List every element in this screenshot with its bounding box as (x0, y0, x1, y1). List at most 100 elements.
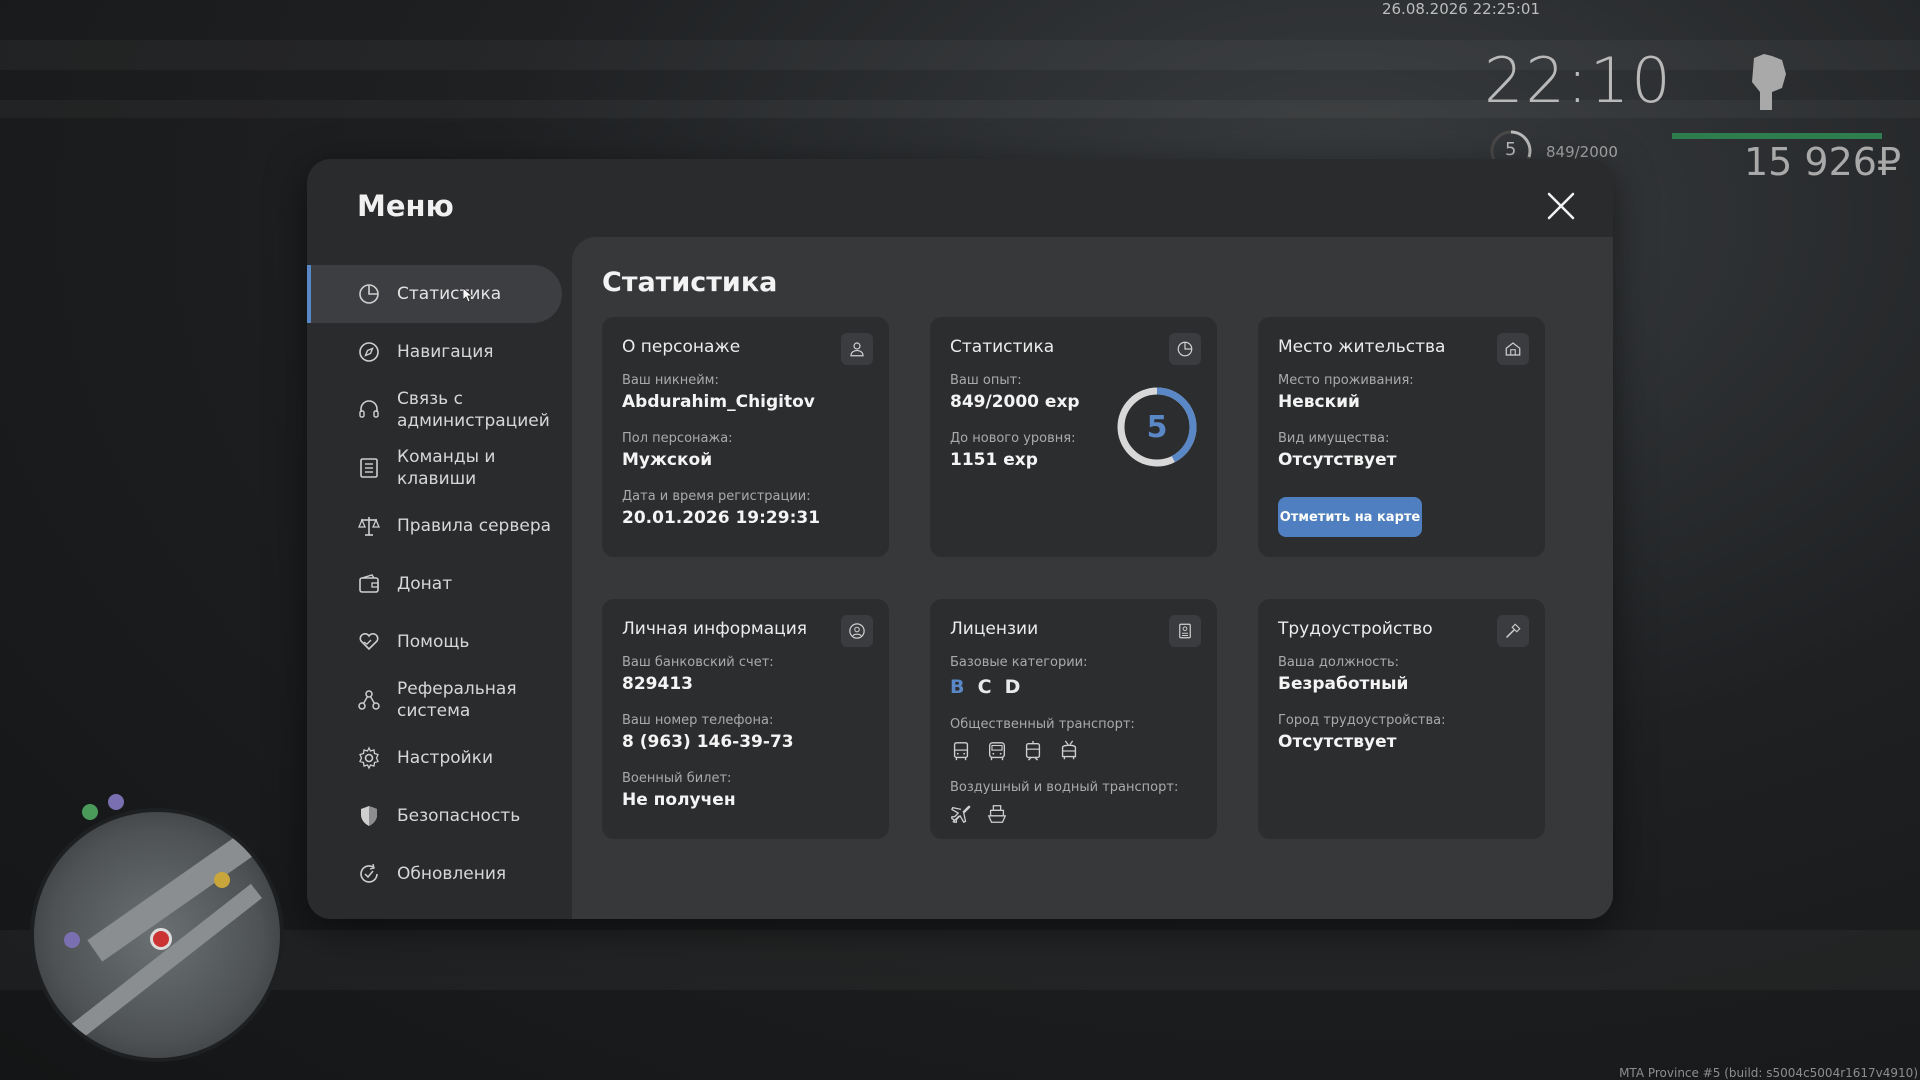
sidebar-item-label: Правила сервера (397, 516, 552, 536)
field-label: Базовые категории: (950, 655, 1088, 670)
coach-icon (988, 742, 1006, 761)
public-transport-field: Общественный транспорт: (950, 717, 1135, 762)
military-id-value: Не получен (622, 790, 736, 810)
map-blip (214, 872, 230, 888)
menu-title: Меню (357, 189, 454, 223)
card-title: Трудоустройство (1278, 619, 1433, 639)
sidebar-item-settings[interactable]: Настройки (307, 729, 572, 787)
bank-account-field: Ваш банковский счет: 829413 (622, 655, 774, 694)
referral-network-icon (358, 690, 380, 710)
map-blip (150, 928, 172, 950)
close-button[interactable] (1544, 189, 1578, 223)
nickname-value: Abdurahim_Chigitov (622, 392, 815, 412)
shield-icon (361, 806, 377, 826)
map-blip (82, 804, 98, 820)
page-title: Статистика (602, 267, 778, 298)
exp-field: Ваш опыт: 849/2000 exp (950, 373, 1080, 412)
nickname-field: Ваш никнейм: Abdurahim_Chigitov (622, 373, 815, 412)
hud-datetime: 26.08.2026 22:25:01 (1381, 0, 1540, 18)
field-label: Город трудоустройства: (1278, 713, 1446, 728)
scales-icon (358, 517, 380, 536)
boat-icon (987, 805, 1007, 823)
sidebar-item-label: Донат (397, 574, 453, 594)
field-label: Пол персонажа: (622, 431, 733, 446)
fist-icon (1752, 54, 1786, 110)
sidebar-item-label: Обновления (397, 864, 507, 884)
build-info: MTA Province #5 (build: s5004c5004r1617v… (1619, 1066, 1918, 1080)
user-icon (850, 342, 864, 357)
pie-chart-icon (359, 284, 379, 304)
field-label: До нового уровня: (950, 431, 1076, 446)
field-label: Место проживания: (1278, 373, 1414, 388)
id-card-icon (1179, 623, 1191, 639)
card-icon-box (1169, 333, 1201, 365)
card-title: О персонаже (622, 337, 741, 357)
trolleybus-icon (1061, 740, 1077, 760)
hud-clock: 22:10 (1484, 44, 1673, 117)
sidebar-item-label: Команды и клавиши (397, 447, 496, 489)
character-card: О персонаже Ваш никнейм: Abdurahim_Chigi… (602, 317, 889, 557)
sidebar-item-admin-contact[interactable]: Связь с администрацией (307, 381, 572, 439)
field-label: Общественный транспорт: (950, 717, 1135, 732)
license-category-c: C (977, 676, 992, 698)
sidebar-item-navigation[interactable]: Навигация (307, 323, 572, 381)
phone-field: Ваш номер телефона: 8 (963) 146-39-73 (622, 713, 794, 752)
hud-level: 5 (1505, 139, 1517, 160)
position-value: Безработный (1278, 674, 1409, 694)
field-label: Ваш номер телефона: (622, 713, 774, 728)
card-icon-box (1497, 615, 1529, 647)
card-title: Личная информация (622, 619, 808, 639)
sidebar-item-label: Помощь (397, 632, 470, 652)
field-label: Дата и время регистрации: (622, 489, 811, 504)
house-icon (1505, 342, 1521, 356)
air-water-transport-field: Воздушный и водный транспорт: (950, 780, 1178, 825)
sidebar-item-referral[interactable]: Реферальная система (307, 671, 572, 729)
mark-on-map-button[interactable]: Отметить на карте (1278, 497, 1422, 537)
personal-info-card: Личная информация Ваш банковский счет: 8… (602, 599, 889, 839)
sidebar-item-label: Статистика (397, 284, 502, 304)
refresh-check-icon (360, 863, 378, 883)
headset-icon (359, 400, 379, 418)
sidebar-item-label: Настройки (397, 748, 494, 768)
compass-icon (359, 342, 379, 362)
sidebar-item-help[interactable]: Помощь (307, 613, 572, 671)
level-number: 5 (1146, 409, 1168, 445)
wallet-icon (359, 574, 379, 593)
sidebar-item-commands[interactable]: Команды и клавиши (307, 439, 572, 497)
sidebar-item-donate[interactable]: Донат (307, 555, 572, 613)
property-field: Вид имущества: Отсутствует (1278, 431, 1396, 470)
sidebar-item-security[interactable]: Безопасность (307, 787, 572, 845)
tram-icon (1025, 740, 1041, 761)
bus-icon (953, 742, 969, 761)
card-title: Статистика (950, 337, 1055, 357)
card-title: Лицензии (950, 619, 1039, 639)
gender-field: Пол персонажа: Мужской (622, 431, 733, 470)
sidebar-nav: Статистика Навигация Связь с администрац… (307, 265, 572, 903)
sidebar-item-rules[interactable]: Правила сервера (307, 497, 572, 555)
field-label: Ваш никнейм: (622, 373, 719, 388)
heart-hands-icon (359, 632, 379, 651)
mouse-cursor-icon (463, 288, 473, 302)
base-categories-field: Базовые категории: B C D (950, 655, 1088, 698)
employment-card: Трудоустройство Ваша должность: Безработ… (1258, 599, 1545, 839)
card-icon-box (841, 615, 873, 647)
map-blip (108, 794, 124, 810)
field-label: Вид имущества: (1278, 431, 1390, 446)
document-list-icon (360, 458, 378, 478)
license-category-d: D (1004, 676, 1021, 698)
minimap (30, 808, 284, 1062)
sidebar-item-label: Безопасность (397, 806, 521, 826)
sidebar-item-updates[interactable]: Обновления (307, 845, 572, 903)
gear-icon (359, 746, 379, 770)
sidebar-item-label: Реферальная система (397, 679, 517, 721)
exp-value: 849/2000 exp (950, 392, 1080, 412)
content-panel: Статистика О персонаже Ваш никнейм: Abdu… (572, 237, 1613, 919)
field-label: Воздушный и водный транспорт: (950, 780, 1179, 795)
sidebar-item-label: Навигация (397, 342, 494, 362)
job-city-field: Город трудоустройства: Отсутствует (1278, 713, 1445, 752)
sidebar-item-statistics[interactable]: Статистика (307, 265, 562, 323)
statistics-card: Статистика Ваш опыт: 849/2000 exp До нов… (930, 317, 1217, 557)
field-label: Ваш опыт: (950, 373, 1022, 388)
field-label: Ваш банковский счет: (622, 655, 774, 670)
residence-card: Место жительства Место проживания: Невск… (1258, 317, 1545, 557)
